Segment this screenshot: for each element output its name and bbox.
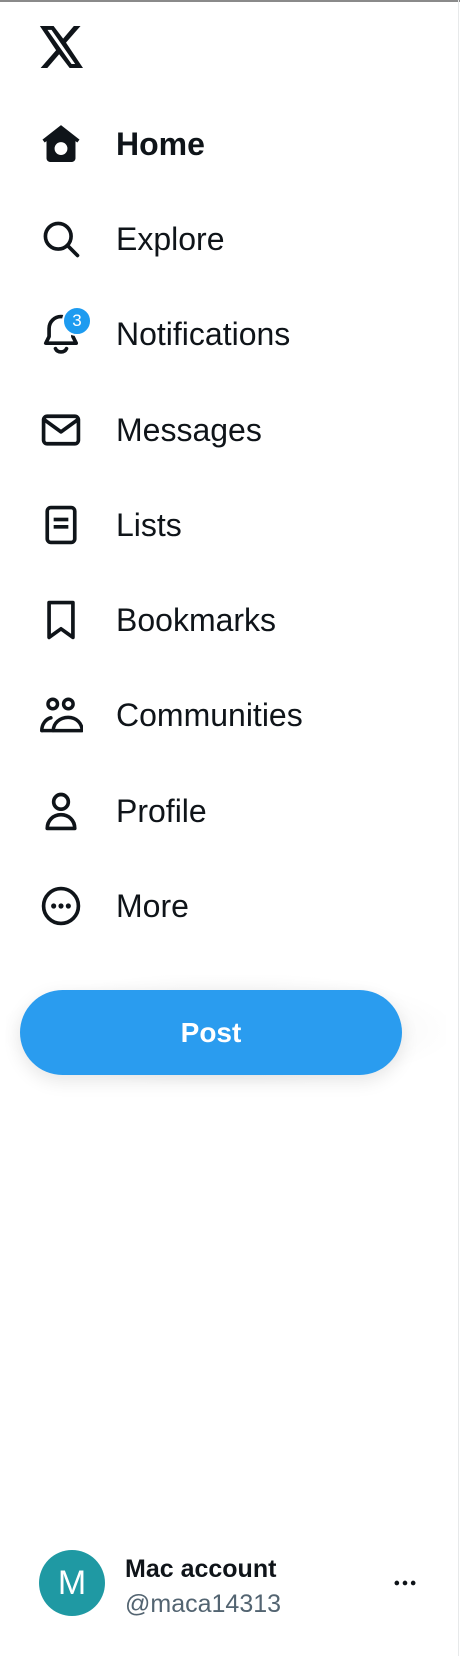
- nav-item-profile[interactable]: Profile: [0, 763, 440, 858]
- avatar: M: [39, 1550, 105, 1616]
- nav-label-more: More: [116, 888, 189, 925]
- x-logo-icon[interactable]: [37, 24, 87, 70]
- person-icon: [36, 786, 86, 836]
- envelope-icon: [36, 405, 86, 455]
- top-border: [0, 0, 460, 2]
- nav-item-notifications[interactable]: Notifications: [0, 287, 440, 382]
- nav-label-communities: Communities: [116, 697, 303, 734]
- nav-item-communities[interactable]: Communities: [0, 668, 440, 763]
- account-name: Mac account: [125, 1555, 277, 1583]
- nav-label-explore: Explore: [116, 220, 225, 257]
- list-icon: [36, 500, 86, 550]
- ellipsis-icon[interactable]: [390, 1568, 420, 1598]
- nav-label-lists: Lists: [116, 506, 182, 543]
- nav-item-more[interactable]: More: [0, 858, 440, 953]
- nav-item-lists[interactable]: Lists: [0, 477, 440, 572]
- nav-label-home: Home: [116, 125, 205, 162]
- post-button[interactable]: Post: [20, 990, 402, 1075]
- nav-item-home[interactable]: Home: [0, 96, 440, 191]
- notifications-badge: 3: [62, 306, 92, 336]
- nav-item-bookmarks[interactable]: Bookmarks: [0, 572, 440, 667]
- more-circle-icon: [36, 881, 86, 931]
- nav-item-explore[interactable]: Explore: [0, 191, 440, 286]
- nav-label-bookmarks: Bookmarks: [116, 602, 277, 639]
- home-icon: [36, 119, 86, 169]
- primary-nav: Home Explore Notifications Messages List…: [0, 96, 440, 954]
- nav-label-profile: Profile: [116, 792, 207, 829]
- people-icon: [36, 690, 86, 740]
- sidebar-divider: [458, 0, 459, 1656]
- search-icon: [36, 214, 86, 264]
- account-switcher[interactable]: M Mac account @maca14313: [20, 1532, 440, 1632]
- sidebar: Home Explore Notifications Messages List…: [0, 0, 460, 1656]
- account-handle: @maca14313: [125, 1590, 282, 1618]
- nav-label-notifications: Notifications: [116, 316, 291, 353]
- nav-item-messages[interactable]: Messages: [0, 382, 440, 477]
- bookmark-icon: [36, 595, 86, 645]
- nav-label-messages: Messages: [116, 411, 262, 448]
